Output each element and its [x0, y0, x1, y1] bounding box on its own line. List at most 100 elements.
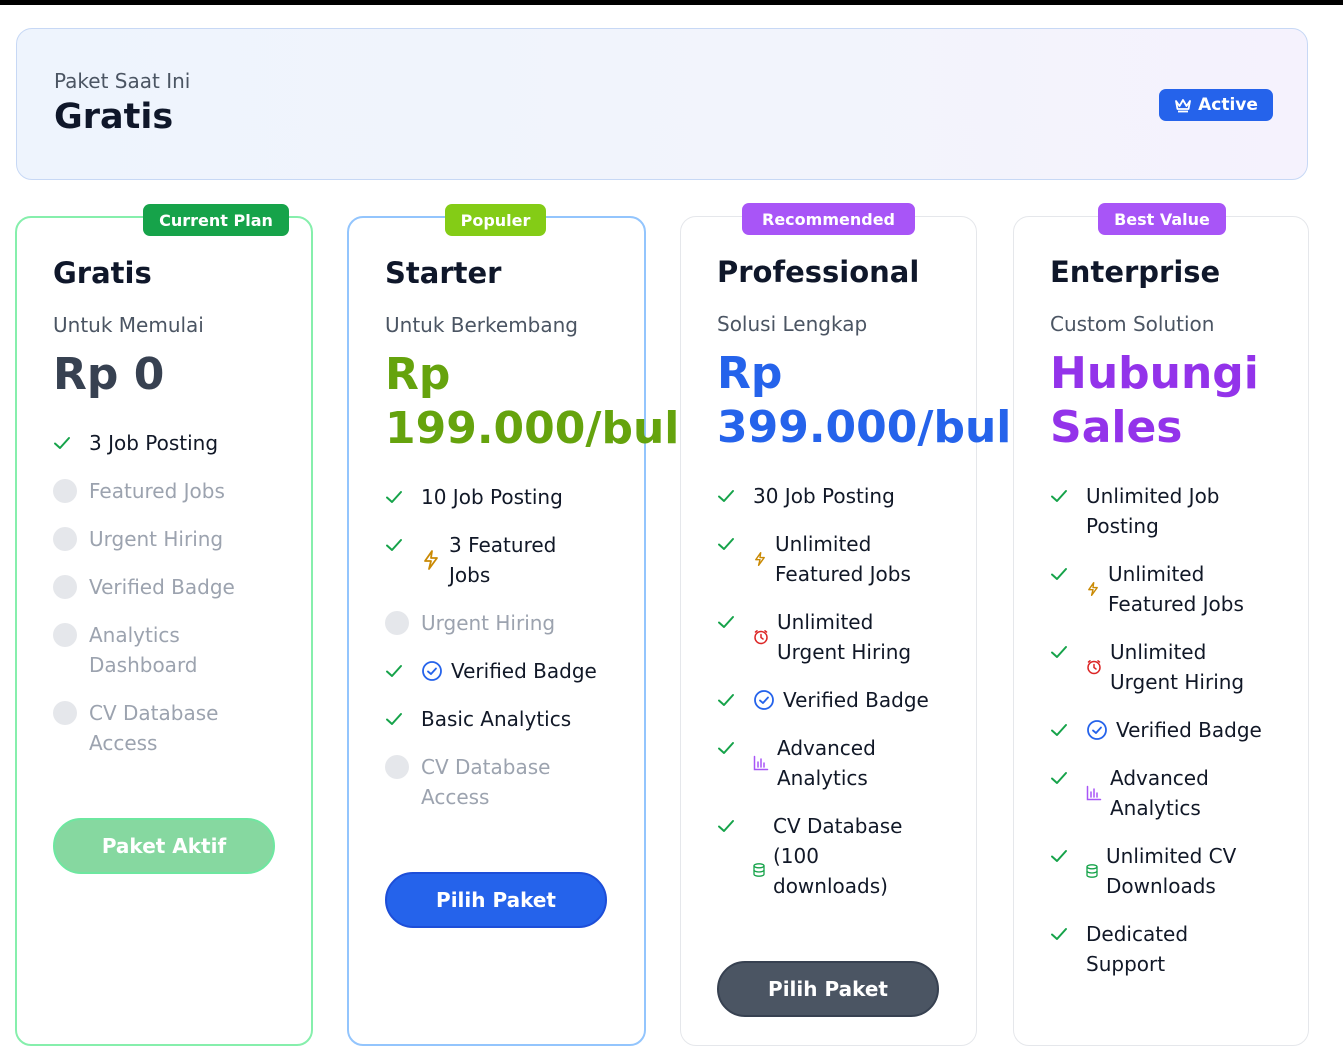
feature-label: CV Database (100 downloads) — [773, 814, 903, 898]
bar-chart-icon — [1086, 785, 1102, 801]
active-badge-label: Active — [1198, 95, 1258, 115]
feature-label: 30 Job Posting — [753, 484, 895, 508]
feature-item: Unlimited Urgent Hiring — [1050, 637, 1280, 697]
crown-icon — [1175, 99, 1191, 113]
check-icon — [718, 616, 734, 628]
unavailable-dot-icon — [53, 479, 77, 503]
plan-card-starter: Populer Starter Untuk Berkembang Rp 199.… — [347, 204, 681, 1046]
feature-label: Verified Badge — [89, 575, 235, 599]
check-icon — [386, 491, 402, 503]
feature-item: CV Database (100 downloads) — [717, 811, 923, 901]
unavailable-dot-icon — [53, 623, 77, 647]
feature-label: Unlimited Featured Jobs — [1108, 562, 1244, 616]
clock-icon — [754, 630, 768, 645]
feature-label: Basic Analytics — [421, 707, 572, 731]
feature-label: Featured Jobs — [89, 479, 225, 503]
plan-name: Gratis — [53, 256, 152, 290]
feature-item: Unlimited Urgent Hiring — [717, 607, 947, 667]
feature-label: Dedicated Support — [1086, 922, 1189, 976]
plan-ribbon-current-plan: Current Plan — [143, 204, 289, 236]
plan-card-professional: Recommended Professional Solusi Lengkap … — [680, 203, 1013, 1046]
plan-ribbon-recommended: Recommended — [742, 203, 915, 235]
database-icon — [753, 863, 765, 877]
feature-item: Urgent Hiring — [53, 524, 289, 554]
feature-label: 3 Job Posting — [89, 431, 219, 455]
check-icon — [386, 713, 402, 725]
check-icon — [718, 490, 734, 502]
plan-name: Professional — [717, 255, 920, 289]
check-icon — [718, 694, 734, 706]
unavailable-dot-icon — [53, 527, 77, 551]
select-plan-button-professional[interactable]: Pilih Paket — [717, 961, 939, 1017]
check-icon — [1051, 850, 1067, 862]
feature-item: Urgent Hiring — [385, 608, 621, 638]
check-icon — [1051, 724, 1067, 736]
plan-price: Rp 0 — [53, 349, 165, 400]
plan-ribbon-populer: Populer — [445, 204, 546, 236]
feature-item: Verified Badge — [717, 685, 983, 715]
check-icon — [1051, 490, 1067, 502]
plan-card-gratis: Current Plan Gratis Untuk Memulai Rp 0 3… — [15, 204, 313, 1046]
plan-subtitle: Untuk Berkembang — [385, 313, 578, 337]
bar-chart-icon — [753, 755, 769, 771]
feature-item: 30 Job Posting — [717, 481, 953, 511]
feature-item: 3 Job Posting — [53, 428, 289, 458]
check-icon — [54, 437, 70, 449]
verified-check-icon — [754, 690, 774, 710]
feature-item: Unlimited Job Posting — [1050, 481, 1256, 541]
check-icon — [1051, 928, 1067, 940]
check-icon — [718, 742, 734, 754]
feature-label: 3 Featured Jobs — [449, 533, 557, 587]
feature-label: Verified Badge — [451, 659, 597, 683]
plan-card-enterprise: Best Value Enterprise Custom Solution Hu… — [1013, 203, 1309, 1046]
feature-item: Featured Jobs — [53, 476, 289, 506]
check-icon — [386, 665, 402, 677]
check-icon — [718, 538, 734, 550]
current-plan-banner: Paket Saat Ini Gratis Active — [16, 28, 1308, 180]
plan-ribbon-best-value: Best Value — [1098, 203, 1226, 235]
unavailable-dot-icon — [385, 755, 409, 779]
feature-item: Advanced Analytics — [1050, 763, 1270, 823]
feature-label: Verified Badge — [783, 688, 929, 712]
feature-label: Verified Badge — [1116, 718, 1262, 742]
verified-check-icon — [1087, 720, 1107, 740]
feature-item: Unlimited CV Downloads — [1050, 841, 1276, 901]
plan-subtitle: Solusi Lengkap — [717, 312, 868, 336]
unavailable-dot-icon — [385, 611, 409, 635]
feature-label: Advanced Analytics — [1110, 766, 1209, 820]
feature-label: Advanced Analytics — [777, 736, 876, 790]
check-icon — [1051, 646, 1067, 658]
feature-item: Analytics Dashboard — [53, 620, 229, 680]
feature-item: Basic Analytics — [385, 704, 621, 734]
feature-item: CV Database Access — [53, 698, 249, 758]
select-plan-button-starter[interactable]: Pilih Paket — [385, 872, 607, 928]
unavailable-dot-icon — [53, 575, 77, 599]
feature-item: 3 Featured Jobs — [385, 530, 579, 590]
feature-item: Verified Badge — [53, 572, 289, 602]
plan-subtitle: Untuk Memulai — [53, 313, 204, 337]
active-badge: Active — [1159, 89, 1273, 121]
plan-price: Rp 399.000/bulan — [717, 348, 1013, 453]
feature-item: Advanced Analytics — [717, 733, 937, 793]
feature-item: Verified Badge — [1050, 715, 1316, 745]
top-bar — [0, 0, 1343, 5]
feature-label: Unlimited Featured Jobs — [775, 532, 911, 586]
lightning-icon — [1088, 581, 1098, 596]
feature-label: Unlimited CV Downloads — [1106, 844, 1237, 898]
feature-item: 10 Job Posting — [385, 482, 621, 512]
lightning-icon — [755, 551, 765, 566]
current-plan-button[interactable]: Paket Aktif — [53, 818, 275, 874]
feature-item: CV Database Access — [385, 752, 581, 812]
current-plan-name: Gratis — [54, 97, 174, 137]
feature-label: Urgent Hiring — [421, 611, 556, 635]
feature-label: Analytics Dashboard — [89, 623, 198, 677]
plan-subtitle: Custom Solution — [1050, 312, 1215, 336]
feature-label: CV Database Access — [421, 755, 551, 809]
check-icon — [1051, 568, 1067, 580]
plan-name: Starter — [385, 256, 502, 290]
plan-price: Hubungi Sales — [1050, 348, 1259, 453]
plan-name: Enterprise — [1050, 255, 1221, 289]
clock-icon — [1087, 660, 1101, 675]
feature-label: 10 Job Posting — [421, 485, 563, 509]
feature-item: Verified Badge — [385, 656, 651, 686]
